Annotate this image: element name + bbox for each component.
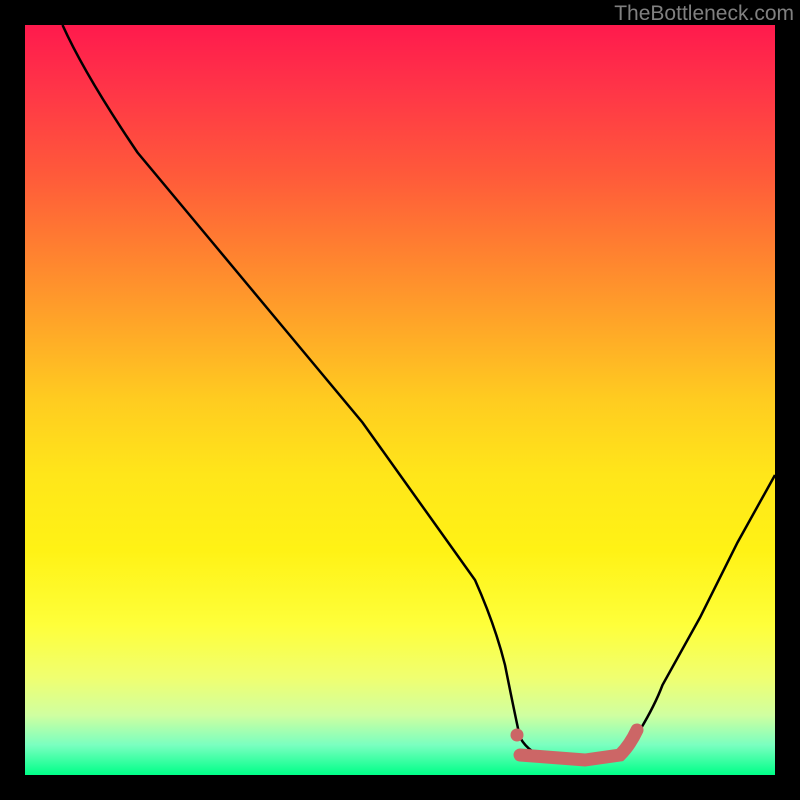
- chart-svg: [25, 25, 775, 775]
- bottleneck-curve: [63, 25, 776, 760]
- optimal-marker-dot: [511, 729, 524, 742]
- optimal-range-highlight: [520, 730, 637, 760]
- chart-plot-area: [25, 25, 775, 775]
- watermark-text: TheBottleneck.com: [614, 2, 794, 26]
